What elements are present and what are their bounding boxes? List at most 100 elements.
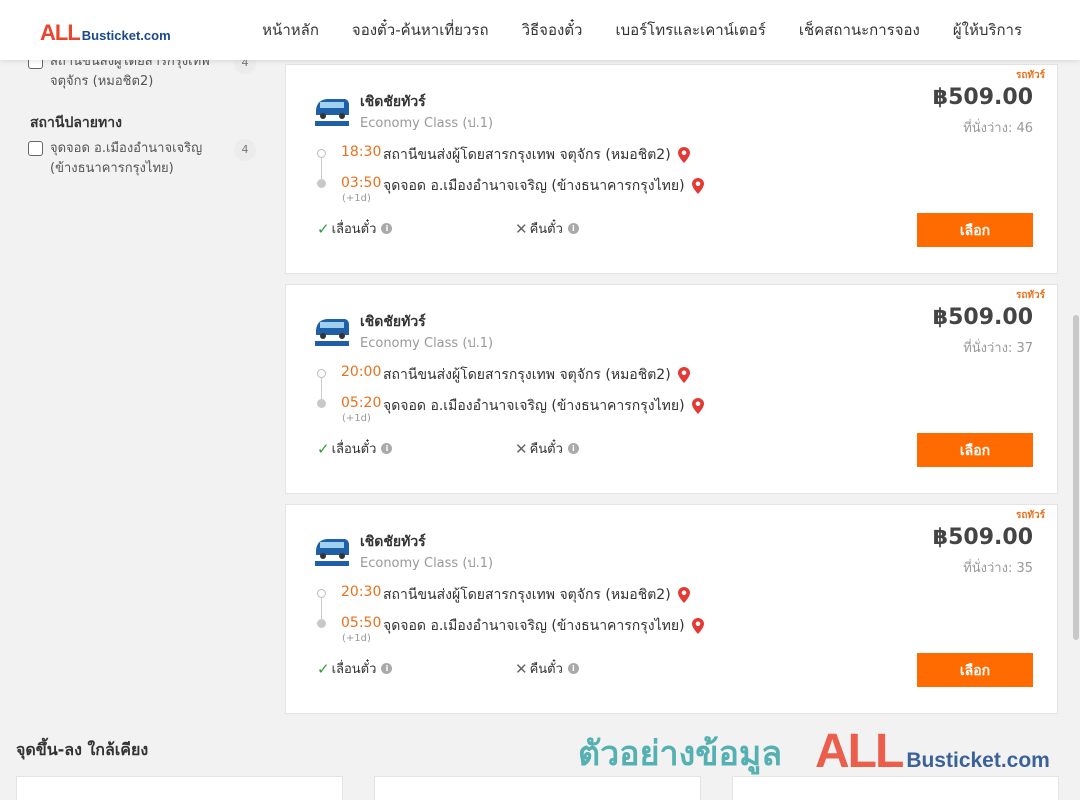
nearby-stop-card[interactable] <box>16 776 343 800</box>
departure-stop: สถานีขนส่งผู้โดยสารกรุงเทพ จตุจักร (หมอช… <box>383 364 690 386</box>
destination-heading: สถานีปลายทาง <box>30 115 122 131</box>
departure-stop-name: สถานีขนส่งผู้โดยสารกรุงเทพ จตุจักร (หมอช… <box>383 587 671 603</box>
map-pin-icon[interactable] <box>677 587 690 603</box>
main-nav: หน้าหลัก จองตั๋ว-ค้นหาเที่ยวรถ วิธีจองตั… <box>229 0 1022 60</box>
nav-book-search[interactable]: จองตั๋ว-ค้นหาเที่ยวรถ <box>352 18 489 42</box>
info-icon[interactable]: i <box>381 223 393 234</box>
operator-name: เชิดชัยทัวร์ <box>360 534 426 550</box>
bus-class: Economy Class (ป.1) <box>360 556 494 571</box>
logo-all-text: ALL <box>40 20 81 45</box>
top-header: ALL Busticket.com หน้าหลัก จองตั๋ว-ค้นหา… <box>0 0 1080 60</box>
arrival-dot-icon <box>317 399 326 408</box>
info-icon[interactable]: i <box>567 443 579 454</box>
arrival-time: 05:20 <box>341 395 382 411</box>
info-icon[interactable]: i <box>381 663 393 674</box>
departure-time: 20:30 <box>341 584 382 600</box>
ticket-price: ฿509.00 <box>932 525 1033 550</box>
arrival-stop: จุดจอด อ.เมืองอำนาจเจริญ (ข้างธนาคารกรุง… <box>383 175 704 197</box>
refund-label: คืนตั๋ว <box>529 222 563 237</box>
trip-card: รถทัวร์ เชิดชัยทัวร์ Economy Class (ป.1)… <box>285 284 1058 494</box>
departure-time: 18:30 <box>341 144 382 160</box>
reschedule-feature: ✓ เลื่อนตั๋ว i <box>317 218 393 239</box>
watermark-sample-text: ตัวอย่างข้อมูล <box>578 734 783 774</box>
ticket-price: ฿509.00 <box>932 85 1033 110</box>
reschedule-label: เลื่อนตั๋ว <box>331 222 377 237</box>
day-offset: (+1d) <box>342 413 371 424</box>
arrival-stop-name: จุดจอด อ.เมืองอำนาจเจริญ (ข้างธนาคารกรุง… <box>383 618 685 634</box>
refund-feature: ✕ คืนตั๋ว i <box>515 658 579 679</box>
refund-label: คืนตั๋ว <box>529 662 563 677</box>
site-logo[interactable]: ALL Busticket.com <box>40 20 171 46</box>
arrival-time: 05:50 <box>341 615 382 631</box>
destination-filter-count: 4 <box>234 139 256 161</box>
refund-feature: ✕ คืนตั๋ว i <box>515 218 579 239</box>
nav-check-status[interactable]: เช็คสถานะการจอง <box>799 18 920 42</box>
departure-dot-icon <box>317 149 326 158</box>
operator-name: เชิดชัยทัวร์ <box>360 314 426 330</box>
watermark-logo: ALL Busticket.com <box>815 724 1050 779</box>
bus-class: Economy Class (ป.1) <box>360 336 494 351</box>
select-trip-button[interactable]: เลือก <box>917 433 1033 467</box>
map-pin-icon[interactable] <box>691 618 704 634</box>
bus-operator-logo-icon <box>315 539 349 566</box>
available-seats: ที่นั่งว่าง: 46 <box>963 121 1033 136</box>
destination-filter-checkbox[interactable] <box>28 141 43 156</box>
nearby-stops-title: จุดขึ้น-ลง ใกล้เคียง <box>16 740 149 759</box>
map-pin-icon[interactable] <box>677 147 690 163</box>
operator-name: เชิดชัยทัวร์ <box>360 94 426 110</box>
info-icon[interactable]: i <box>567 663 579 674</box>
map-pin-icon[interactable] <box>691 178 704 194</box>
watermark-logo-domain: Busticket.com <box>906 749 1050 772</box>
departure-dot-icon <box>317 589 326 598</box>
arrival-stop: จุดจอด อ.เมืองอำนาจเจริญ (ข้างธนาคารกรุง… <box>383 395 704 417</box>
arrival-stop-name: จุดจอด อ.เมืองอำนาจเจริญ (ข้างธนาคารกรุง… <box>383 398 685 414</box>
check-icon: ✓ <box>317 219 330 238</box>
cross-icon: ✕ <box>515 219 528 238</box>
reschedule-feature: ✓ เลื่อนตั๋ว i <box>317 658 393 679</box>
arrival-time: 03:50 <box>341 175 382 191</box>
cross-icon: ✕ <box>515 659 528 678</box>
arrival-stop: จุดจอด อ.เมืองอำนาจเจริญ (ข้างธนาคารกรุง… <box>383 615 704 637</box>
available-seats: ที่นั่งว่าง: 37 <box>963 341 1033 356</box>
select-trip-button[interactable]: เลือก <box>917 653 1033 687</box>
day-offset: (+1d) <box>342 633 371 644</box>
destination-filter-label: จุดจอด อ.เมืองอำนาจเจริญ (ข้างธนาคารกรุง… <box>50 141 203 176</box>
nav-contact-counter[interactable]: เบอร์โทรและเคาน์เตอร์ <box>615 18 765 42</box>
cross-icon: ✕ <box>515 439 528 458</box>
nav-how-to-book[interactable]: วิธีจองตั๋ว <box>522 18 583 42</box>
select-trip-button[interactable]: เลือก <box>917 213 1033 247</box>
map-pin-icon[interactable] <box>691 398 704 414</box>
bus-type-badge: รถทัวร์ <box>1015 290 1045 301</box>
scrollbar-thumb[interactable] <box>1073 315 1079 640</box>
trip-card: รถทัวร์ เชิดชัยทัวร์ Economy Class (ป.1)… <box>285 504 1058 714</box>
map-pin-icon[interactable] <box>677 367 690 383</box>
trip-card: รถทัวร์ เชิดชัยทัวร์ Economy Class (ป.1)… <box>285 64 1058 274</box>
departure-stop-name: สถานีขนส่งผู้โดยสารกรุงเทพ จตุจักร (หมอช… <box>383 147 671 163</box>
nav-home[interactable]: หน้าหลัก <box>262 18 319 42</box>
departure-dot-icon <box>317 369 326 378</box>
nav-operators[interactable]: ผู้ให้บริการ <box>953 18 1022 42</box>
departure-stop: สถานีขนส่งผู้โดยสารกรุงเทพ จตุจักร (หมอช… <box>383 144 690 166</box>
arrival-dot-icon <box>317 619 326 628</box>
ticket-price: ฿509.00 <box>932 305 1033 330</box>
bus-class: Economy Class (ป.1) <box>360 116 494 131</box>
destination-filter-item[interactable]: จุดจอด อ.เมืองอำนาจเจริญ (ข้างธนาคารกรุง… <box>28 139 256 179</box>
arrival-dot-icon <box>317 179 326 188</box>
available-seats: ที่นั่งว่าง: 35 <box>963 561 1033 576</box>
logo-domain-text: Busticket.com <box>81 28 171 43</box>
check-icon: ✓ <box>317 439 330 458</box>
reschedule-label: เลื่อนตั๋ว <box>331 442 377 457</box>
reschedule-feature: ✓ เลื่อนตั๋ว i <box>317 438 393 459</box>
departure-stop-name: สถานีขนส่งผู้โดยสารกรุงเทพ จตุจักร (หมอช… <box>383 367 671 383</box>
info-icon[interactable]: i <box>381 443 393 454</box>
bus-operator-logo-icon <box>315 99 349 126</box>
departure-stop: สถานีขนส่งผู้โดยสารกรุงเทพ จตุจักร (หมอช… <box>383 584 690 606</box>
info-icon[interactable]: i <box>567 223 579 234</box>
departure-time: 20:00 <box>341 364 382 380</box>
bus-operator-logo-icon <box>315 319 349 346</box>
bus-type-badge: รถทัวร์ <box>1015 70 1045 81</box>
arrival-stop-name: จุดจอด อ.เมืองอำนาจเจริญ (ข้างธนาคารกรุง… <box>383 178 685 194</box>
day-offset: (+1d) <box>342 193 371 204</box>
watermark-logo-all: ALL <box>815 725 904 778</box>
refund-feature: ✕ คืนตั๋ว i <box>515 438 579 459</box>
